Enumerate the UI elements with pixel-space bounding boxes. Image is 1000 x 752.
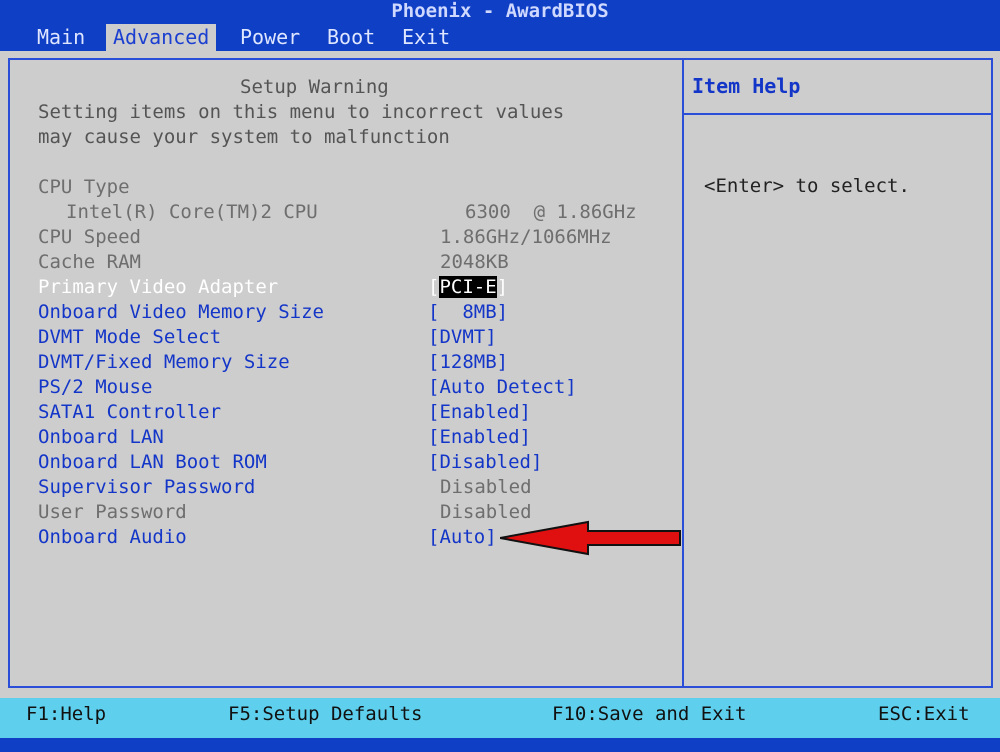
setting-dvmt-mode[interactable]: DVMT Mode Select	[38, 325, 221, 350]
cpu-model: 6300 @ 1.86GHz	[465, 201, 637, 223]
setup-warning-line1: Setting items on this menu to incorrect …	[38, 101, 565, 123]
cpu-speed-label: CPU Speed	[38, 226, 141, 248]
setting-onboard-video-memory-value[interactable]: [ 8MB]	[428, 300, 508, 325]
red-arrow-icon	[500, 520, 681, 556]
setting-supervisor-password[interactable]: Supervisor Password	[38, 475, 255, 500]
selected-value[interactable]: PCI-E	[439, 276, 497, 298]
item-help-text: <Enter> to select.	[704, 175, 910, 197]
setting-dvmt-memory-size-value[interactable]: [128MB]	[428, 350, 508, 375]
cache-ram-value: 2048KB	[440, 251, 509, 273]
setting-sata1-controller-value[interactable]: [Enabled]	[428, 400, 531, 425]
setting-dvmt-mode-value[interactable]: [DVMT]	[428, 325, 497, 350]
setup-warning-line2: may cause your system to malfunction	[38, 126, 450, 148]
setting-supervisor-password-value: Disabled	[440, 476, 532, 498]
cpu-type-label: CPU Type	[38, 176, 130, 198]
footer-setup-defaults[interactable]: F5:Setup Defaults	[228, 698, 422, 730]
footer-help[interactable]: F1:Help	[26, 698, 106, 730]
setting-onboard-video-memory[interactable]: Onboard Video Memory Size	[38, 300, 324, 325]
menu-bar: Main Advanced Power Boot Exit	[0, 24, 1000, 51]
setting-user-password: User Password	[38, 501, 187, 523]
cache-ram-label: Cache RAM	[38, 251, 141, 273]
setup-warning-title: Setup Warning	[240, 76, 389, 98]
footer-esc-exit[interactable]: ESC:Exit	[878, 698, 970, 730]
menu-boot[interactable]: Boot	[320, 24, 382, 51]
setting-onboard-lan-value[interactable]: [Enabled]	[428, 425, 531, 450]
menu-advanced[interactable]: Advanced	[106, 24, 217, 51]
bracket-close: ]	[496, 276, 509, 298]
bottom-strip	[0, 738, 1000, 752]
setting-onboard-lan-boot-rom[interactable]: Onboard LAN Boot ROM	[38, 450, 267, 475]
menu-power[interactable]: Power	[233, 24, 307, 51]
help-divider	[684, 113, 993, 115]
panel-divider	[682, 58, 684, 688]
setting-sata1-controller[interactable]: SATA1 Controller	[38, 400, 221, 425]
setting-ps2-mouse-value[interactable]: [Auto Detect]	[428, 375, 577, 400]
footer-save-exit[interactable]: F10:Save and Exit	[552, 698, 746, 730]
setting-onboard-audio[interactable]: Onboard Audio	[38, 525, 187, 550]
bracket-open: [	[428, 276, 440, 298]
bios-title: Phoenix - AwardBIOS	[0, 0, 1000, 24]
setting-ps2-mouse[interactable]: PS/2 Mouse	[38, 375, 152, 400]
setting-dvmt-memory-size[interactable]: DVMT/Fixed Memory Size	[38, 350, 290, 375]
item-help-title: Item Help	[692, 74, 801, 98]
setting-primary-video-adapter-value[interactable]: [PCI-E]	[428, 275, 508, 300]
setting-onboard-lan-boot-rom-value[interactable]: [Disabled]	[428, 450, 542, 475]
setting-onboard-audio-value[interactable]: [Auto]	[428, 525, 497, 550]
footer-keys: F1:Help F5:Setup Defaults F10:Save and E…	[0, 698, 1000, 738]
setting-onboard-lan[interactable]: Onboard LAN	[38, 425, 164, 450]
cpu-speed-value: 1.86GHz/1066MHz	[440, 226, 612, 248]
menu-exit[interactable]: Exit	[395, 24, 457, 51]
cpu-name: Intel(R) Core(TM)2 CPU	[66, 201, 318, 223]
setting-primary-video-adapter[interactable]: Primary Video Adapter	[38, 275, 278, 300]
menu-main[interactable]: Main	[30, 24, 92, 51]
